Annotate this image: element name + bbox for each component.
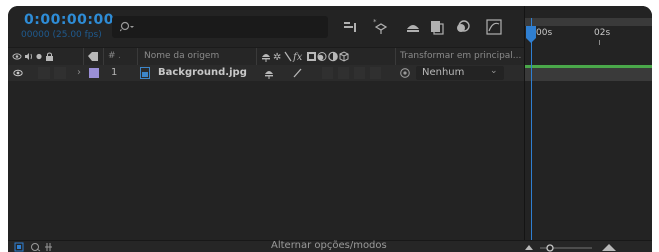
shy-switch-icon[interactable] <box>263 67 275 79</box>
timeline-ruler-area[interactable]: :00s 02s <box>524 6 652 240</box>
timeline-footer: Alternar opções/modos <box>8 240 652 252</box>
source-name-header[interactable]: Nome da origem <box>144 51 219 61</box>
solo-toggle[interactable] <box>38 67 50 79</box>
effects-switch[interactable] <box>322 67 333 79</box>
composition-mini-flowchart-icon[interactable] <box>342 18 360 36</box>
effects-fx-icon[interactable]: fx <box>292 52 303 63</box>
layer-number: 1 <box>111 67 118 78</box>
motion-blur-switch-icon[interactable] <box>317 52 327 61</box>
sort-dot-icon: . <box>118 51 121 61</box>
shy-layers-icon[interactable] <box>404 18 422 36</box>
quality-switch-icon[interactable] <box>284 51 292 62</box>
layer-list-empty-area[interactable] <box>8 82 524 240</box>
layer-switches-pane-icon[interactable] <box>14 242 24 252</box>
motion-blur-switch[interactable] <box>354 67 365 79</box>
svg-text:fx: fx <box>292 52 303 63</box>
parent-pickwhip-icon[interactable] <box>399 67 411 79</box>
layer-source-name[interactable]: Background.jpg <box>158 67 247 78</box>
parent-dropdown[interactable]: Nenhum ⌄ <box>416 66 504 80</box>
time-stretch-pane-icon[interactable] <box>45 243 52 251</box>
layer-number-header-icon: # <box>108 51 116 61</box>
collapse-switch-icon[interactable]: ✲ <box>273 52 281 63</box>
svg-text:✲: ✲ <box>273 52 281 63</box>
time-ruler[interactable]: :00s 02s <box>525 18 652 46</box>
3d-layer-icon[interactable] <box>339 51 349 62</box>
ruler-tick-2: 02s <box>594 28 611 38</box>
solo-icon[interactable] <box>36 53 42 60</box>
layer-row[interactable]: › 1 Background.jpg Nenhum ⌄ <box>8 65 524 81</box>
graph-editor-icon[interactable] <box>485 18 503 36</box>
current-time-display[interactable]: 0:00:00:00 <box>24 12 114 28</box>
lock-toggle[interactable] <box>54 67 66 79</box>
frame-blend-switch-icon[interactable] <box>307 52 316 61</box>
eye-icon[interactable] <box>12 53 22 60</box>
playhead-line[interactable] <box>531 18 532 240</box>
av-switches-icons <box>12 52 53 61</box>
toggle-switches-modes-button[interactable]: Alternar opções/modos <box>271 240 387 251</box>
zoom-out-icon[interactable] <box>525 245 533 250</box>
layer-duration-bar-top-edge <box>525 65 652 68</box>
shy-switch-icon[interactable] <box>262 54 270 62</box>
layer-label-color[interactable] <box>89 68 99 78</box>
3d-switch[interactable] <box>370 67 381 79</box>
lock-icon[interactable] <box>46 52 53 61</box>
label-tag-icon[interactable] <box>87 51 99 62</box>
frame-rate-display: 00000 (25.00 fps) <box>21 30 102 40</box>
zoom-slider-thumb[interactable] <box>546 244 554 252</box>
parent-link-header[interactable]: Transformar em principal... <box>400 51 521 61</box>
frame-blending-icon[interactable] <box>428 18 446 36</box>
zoom-slider[interactable] <box>522 242 632 252</box>
motion-blur-icon[interactable] <box>454 18 472 36</box>
adjustment-layer-icon[interactable] <box>328 51 338 62</box>
layer-column-headers: # . Nome da origem ✲ fx Transformar em p… <box>8 47 524 66</box>
svg-text:*: * <box>373 18 377 26</box>
timeline-panel: 0:00:00:00 00000 (25.00 fps) * # . Nome … <box>8 6 652 252</box>
parent-dropdown-value: Nenhum <box>422 67 465 78</box>
frame-blend-switch[interactable] <box>338 67 349 79</box>
search-icon <box>120 21 134 32</box>
draft-3d-icon[interactable]: * <box>372 18 390 36</box>
work-area-bar[interactable] <box>525 18 652 26</box>
layer-search-input[interactable] <box>112 16 328 38</box>
transfer-controls-pane-icon[interactable] <box>31 243 41 252</box>
expand-arrow-icon[interactable]: › <box>77 67 81 78</box>
footer-panel-toggles <box>14 242 52 252</box>
quality-slash-icon[interactable] <box>293 68 303 78</box>
layer-switches-header-icons: ✲ fx <box>262 51 349 63</box>
footage-file-icon <box>140 67 150 79</box>
zoom-in-icon[interactable] <box>602 244 616 251</box>
audio-icon[interactable] <box>25 53 32 60</box>
layer-visibility-eye-icon[interactable] <box>13 68 24 78</box>
chevron-down-icon: ⌄ <box>490 66 498 76</box>
